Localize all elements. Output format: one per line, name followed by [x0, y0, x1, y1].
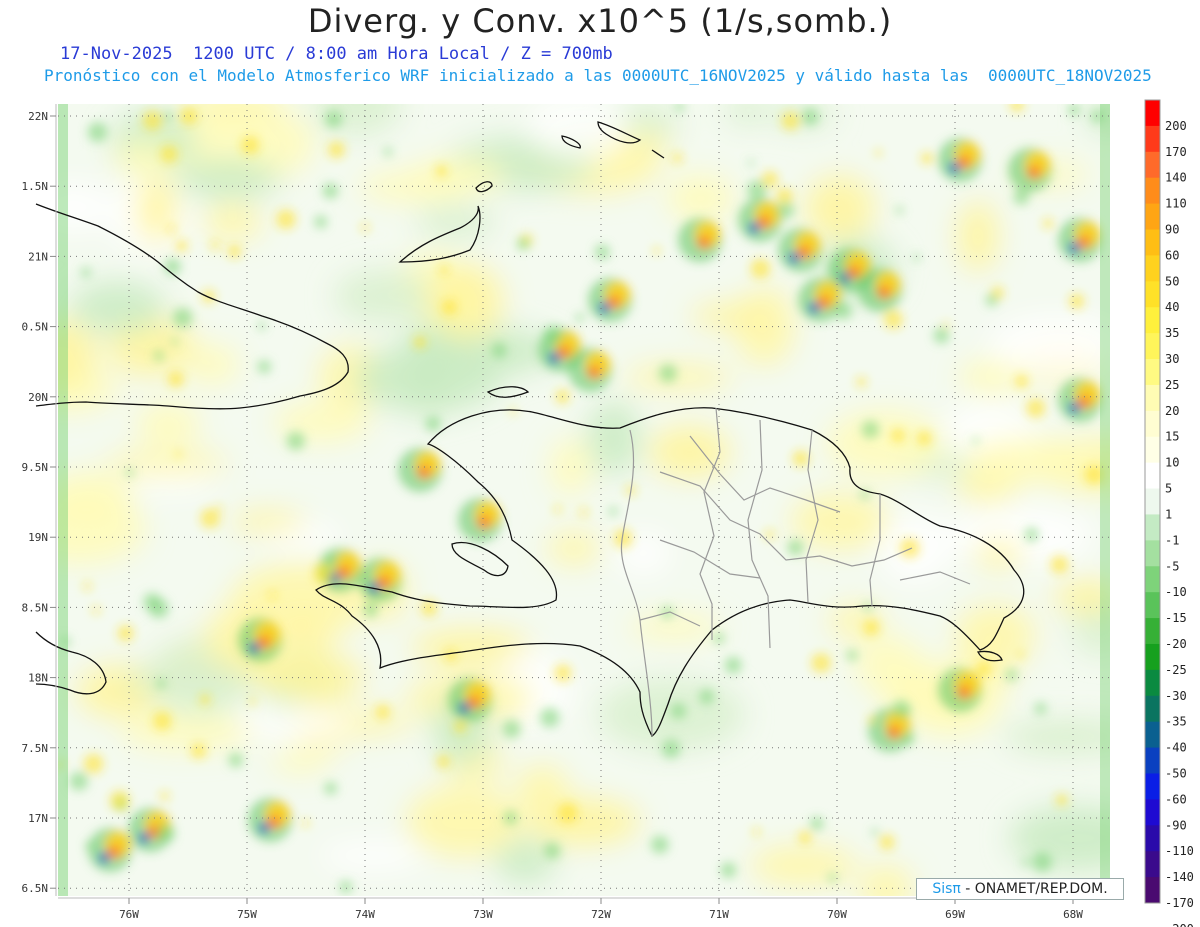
lon-tick-label: 69W	[945, 908, 965, 921]
lon-tick-label: 70W	[827, 908, 847, 921]
lat-tick-label: 8.5N	[22, 601, 49, 614]
colorbar-label: 60	[1165, 248, 1179, 262]
colorbar-swatch	[1145, 229, 1160, 256]
colorbar-label: 35	[1165, 326, 1179, 340]
lon-tick-label: 71W	[709, 908, 729, 921]
colorbar-label: 50	[1165, 274, 1179, 288]
colorbar-swatch	[1145, 877, 1160, 904]
colorbar-label: 30	[1165, 352, 1179, 366]
lon-tick-label: 73W	[473, 908, 493, 921]
colorbar-swatch	[1145, 203, 1160, 231]
colorbar-label: -35	[1165, 715, 1187, 729]
colorbar-swatch	[1145, 721, 1160, 749]
colorbar-swatch	[1145, 462, 1160, 490]
credit-sis: Sis	[932, 881, 953, 897]
colorbar-label: 110	[1165, 197, 1187, 211]
colorbar-swatch	[1145, 488, 1160, 515]
lon-tick-label: 74W	[355, 908, 375, 921]
colorbar-label: 140	[1165, 171, 1187, 185]
colorbar-swatch	[1145, 307, 1160, 334]
colorbar: 200 170 140 110 90 60 50 40 35 30 25 20 15 10 5 1 -1 -5 -1…	[1144, 99, 1194, 927]
colorbar-swatch	[1145, 695, 1160, 723]
credit-text: - ONAMET/REP.DOM.	[965, 881, 1108, 897]
colorbar-swatch	[1145, 333, 1160, 360]
colorbar-label: 90	[1165, 223, 1179, 237]
colorbar-label: -30	[1165, 689, 1187, 703]
lon-tick-label: 75W	[237, 908, 257, 921]
colorbar-swatch	[1145, 514, 1160, 541]
colorbar-swatch	[1145, 540, 1160, 567]
lat-tick-label: 7.5N	[22, 742, 49, 755]
colorbar-label: -1	[1165, 533, 1179, 547]
colorbar-swatch	[1145, 592, 1160, 619]
lat-tick-label: 6.5N	[22, 882, 49, 895]
colorbar-label: 10	[1165, 456, 1179, 470]
credit-box: Sisπ - ONAMET/REP.DOM.	[916, 878, 1124, 900]
lat-tick-label: 22N	[28, 110, 48, 123]
colorbar-swatch	[1145, 151, 1160, 179]
colorbar-label: 40	[1165, 300, 1179, 314]
colorbar-label: -15	[1165, 611, 1187, 625]
colorbar-swatch	[1145, 410, 1160, 438]
lat-tick-label: 21N	[28, 250, 48, 263]
colorbar-label: 5	[1165, 482, 1172, 496]
lat-tick-label: 19N	[28, 531, 48, 544]
lon-tick-label: 72W	[591, 908, 611, 921]
colorbar-label: 1	[1165, 507, 1172, 521]
colorbar-swatch	[1145, 851, 1160, 878]
pi-symbol: π	[952, 881, 961, 897]
colorbar-swatch	[1145, 747, 1160, 774]
lon-tick-label: 68W	[1063, 908, 1083, 921]
colorbar-swatch	[1145, 100, 1160, 127]
colorbar-label: 25	[1165, 378, 1179, 392]
lat-tick-label: 17N	[28, 812, 48, 825]
lat-tick-label: 9.5N	[22, 461, 49, 474]
colorbar-swatch	[1145, 436, 1160, 464]
colorbar-swatch	[1145, 384, 1160, 412]
colorbar-label: 20	[1165, 404, 1179, 418]
colorbar-swatch	[1145, 177, 1160, 205]
colorbar-label: -40	[1165, 741, 1187, 755]
colorbar-label: -200	[1165, 922, 1194, 927]
colorbar-label: -110	[1165, 844, 1194, 858]
colorbar-swatch	[1145, 566, 1160, 593]
colorbar-label: -20	[1165, 637, 1187, 651]
colorbar-swatch	[1145, 125, 1160, 153]
colorbar-swatch	[1145, 773, 1160, 800]
colorbar-label: -90	[1165, 818, 1187, 832]
colorbar-swatch	[1145, 618, 1160, 645]
lat-tick-label: 1.5N	[22, 180, 49, 193]
colorbar-label: -140	[1165, 870, 1194, 884]
colorbar-swatch	[1145, 359, 1160, 386]
colorbar-swatch	[1145, 255, 1160, 282]
colorbar-swatch	[1145, 669, 1160, 697]
colorbar-swatch	[1145, 643, 1160, 671]
divergence-map: 22N 1.5N 21N 0.5N 20N 9.5N 19N 8.5N 18N 7.5N 17N 6.…	[22, 99, 1194, 927]
lat-tick-label: 20N	[28, 391, 48, 404]
lat-tick-label: 18N	[28, 672, 48, 685]
colorbar-label: 200	[1165, 119, 1187, 133]
colorbar-label: -50	[1165, 766, 1187, 780]
colorbar-label: 15	[1165, 430, 1179, 444]
colorbar-swatch	[1145, 281, 1160, 308]
colorbar-swatch	[1145, 799, 1160, 826]
lat-tick-label: 0.5N	[22, 321, 49, 334]
colorbar-swatch	[1145, 825, 1160, 852]
colorbar-label: -25	[1165, 663, 1187, 677]
colorbar-label: -10	[1165, 585, 1187, 599]
colorbar-label: -5	[1165, 559, 1179, 573]
field-shading	[58, 104, 1110, 896]
colorbar-label: -60	[1165, 792, 1187, 806]
colorbar-label: 170	[1165, 145, 1187, 159]
colorbar-label: -170	[1165, 896, 1194, 910]
lon-tick-label: 76W	[119, 908, 139, 921]
